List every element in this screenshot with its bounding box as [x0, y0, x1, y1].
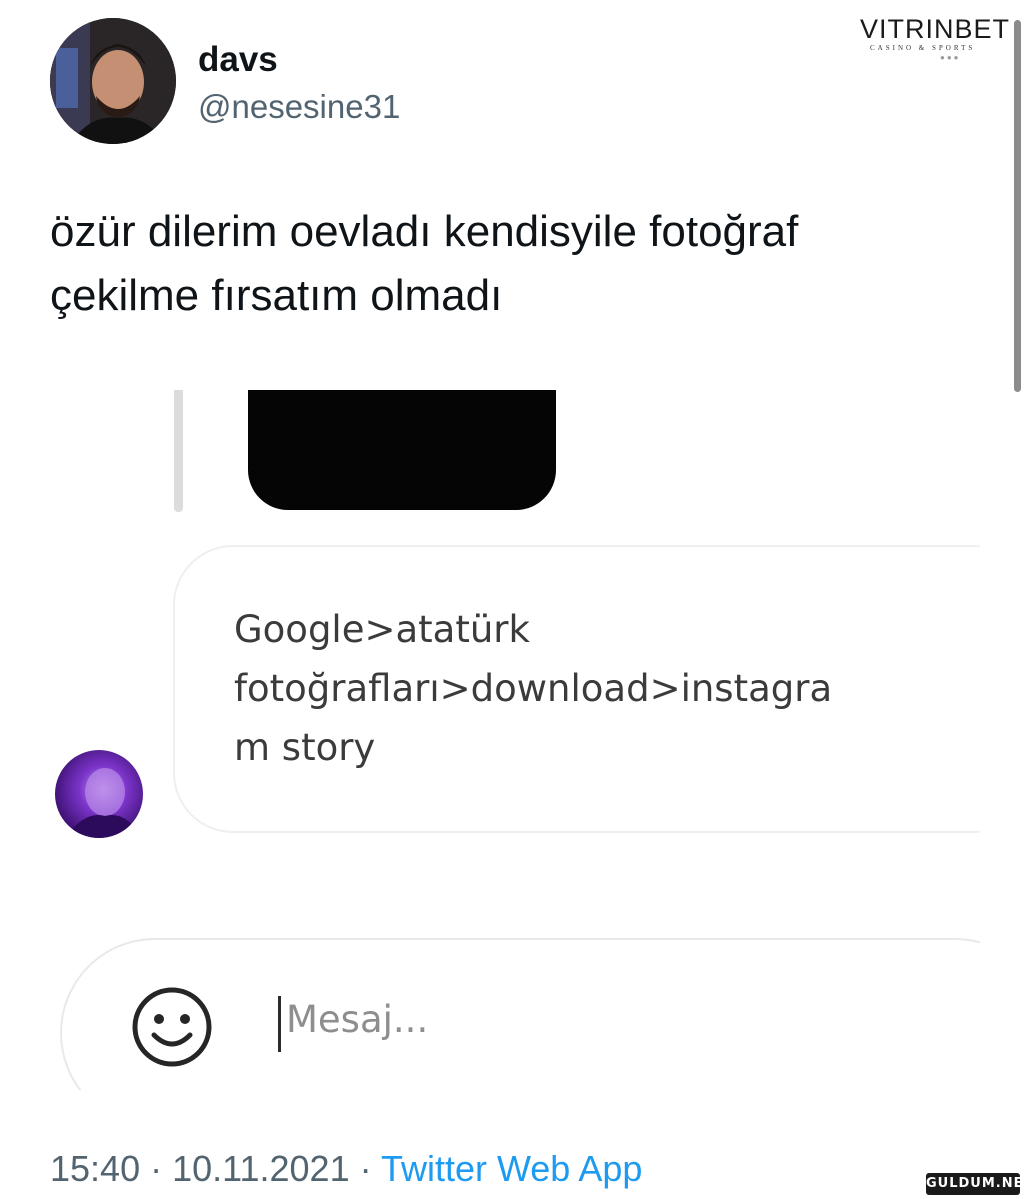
- message-input-placeholder: Mesaj...: [286, 998, 429, 1041]
- tweet-text: özür dilerim oevladı kendisyile fotoğraf…: [50, 200, 990, 328]
- watermark-dots-icon: ●●●: [940, 53, 961, 62]
- tweet-meta: 15:40 · 10.11.2021 · Twitter Web App: [50, 1148, 642, 1190]
- watermark-logo-word: VITRINBET: [860, 14, 1011, 44]
- user-avatar[interactable]: [50, 18, 176, 144]
- text-caret: [278, 996, 281, 1052]
- tweet-text-line: özür dilerim oevladı kendisyile fotoğraf: [50, 207, 799, 256]
- sender-avatar-photo: [65, 768, 143, 838]
- display-name[interactable]: davs: [198, 40, 278, 80]
- tweet-timestamp[interactable]: 15:40 · 10.11.2021 ·: [50, 1148, 381, 1189]
- vitrinbet-watermark-logo: VITRINBET CASINO & SPORTS ●●●: [860, 14, 1016, 70]
- smiley-face-icon: [130, 985, 214, 1069]
- screenshot-divider-bar: [174, 390, 183, 512]
- scrollbar-thumb[interactable]: [1014, 20, 1021, 392]
- avatar-photo: [50, 18, 176, 144]
- tweet-source-link[interactable]: Twitter Web App: [381, 1148, 642, 1189]
- site-watermark: GULDUM.NET: [926, 1173, 1029, 1195]
- user-handle[interactable]: @nesesine31: [198, 88, 400, 126]
- sender-avatar: [55, 750, 143, 838]
- attached-image[interactable]: Google>atatürk fotoğrafları>download>ins…: [50, 390, 980, 1090]
- message-text: Google>atatürk fotoğrafları>download>ins…: [234, 608, 833, 769]
- watermark-logo-sub: CASINO & SPORTS: [870, 44, 976, 52]
- tweet-text-line: çekilme fırsatım olmadı: [50, 271, 503, 320]
- redacted-block: [248, 390, 556, 510]
